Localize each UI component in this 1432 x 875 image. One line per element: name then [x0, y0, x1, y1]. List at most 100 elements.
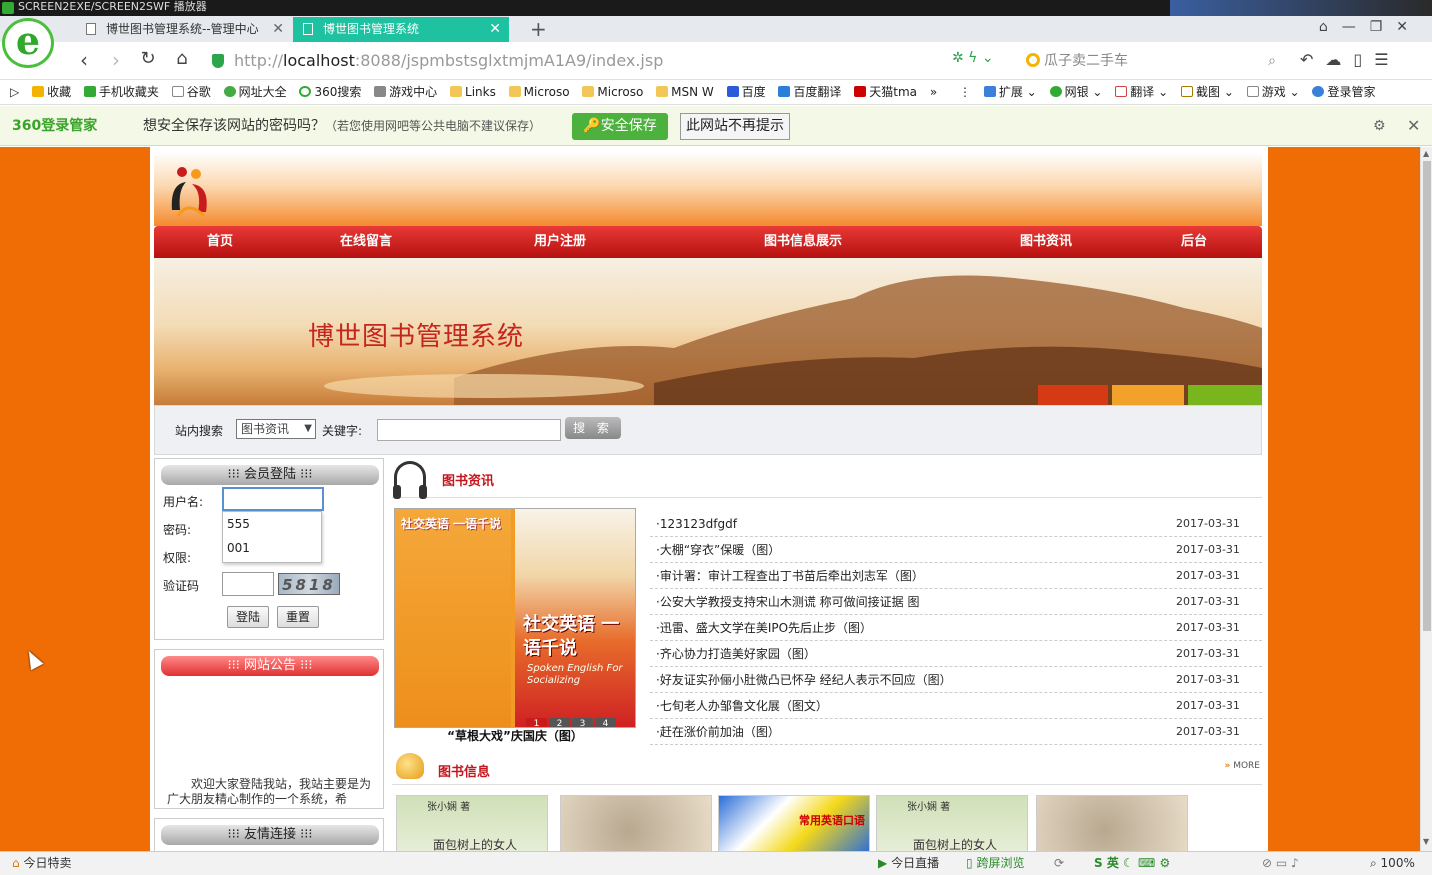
reset-button[interactable]: 重置 — [277, 606, 319, 628]
bookmark-hao[interactable]: 网址大全 — [223, 80, 287, 104]
close-window-icon[interactable]: ✕ — [1396, 19, 1422, 35]
secure-save-button[interactable]: 🔑安全保存 — [572, 113, 668, 140]
ime-indicator[interactable]: S 英 ☾ ⌨ ⚙ — [1094, 852, 1170, 874]
news-item[interactable]: ·赶在涨价前加油（图） 2017-03-31 — [650, 719, 1262, 745]
news-title[interactable]: ·审计署：审计工程查出丁书苗后牵出刘志军（图） — [656, 563, 924, 589]
captcha-input[interactable] — [222, 572, 274, 596]
games-button[interactable]: 游戏 ⌄ — [1246, 80, 1300, 104]
extensions-button[interactable]: 扩展 ⌄ — [983, 80, 1037, 104]
news-item[interactable]: ·大棚“穿衣”保暖（图） 2017-03-31 — [650, 537, 1262, 563]
news-title[interactable]: ·迅雷、盛大文学在美IPO先后止步（图） — [656, 615, 872, 641]
menu-icon[interactable]: ☰ — [1374, 50, 1400, 69]
nav-home[interactable]: 首页 — [207, 226, 233, 258]
address-input[interactable]: http://localhost:8088/jspmbstsglxtmjmA1A… — [212, 47, 1012, 75]
bookmark-games[interactable]: 游戏中心 — [374, 80, 437, 104]
live-button[interactable]: ▶ 今日直播 — [878, 852, 939, 874]
menu-dots-icon[interactable]: ⋮ — [959, 80, 971, 104]
news-item[interactable]: ·七旬老人办邹鲁文化展（图文） 2017-03-31 — [650, 693, 1262, 719]
scroll-down-icon[interactable]: ▼ — [1423, 837, 1429, 846]
close-tab-icon[interactable]: ✕ — [272, 17, 284, 41]
news-title[interactable]: ·七旬老人办邹鲁文化展（图文） — [656, 693, 828, 719]
news-title[interactable]: ·赶在涨价前加油（图） — [656, 719, 780, 745]
book-thumbnail[interactable] — [1036, 795, 1188, 851]
news-title[interactable]: ·大棚“穿衣”保暖（图） — [656, 537, 780, 563]
close-icon[interactable]: ✕ — [1407, 106, 1420, 146]
bookmark-microsoft-2[interactable]: Microso — [582, 80, 643, 104]
username-input[interactable] — [222, 487, 324, 511]
news-item[interactable]: ·123123dfgdf 2017-03-31 — [650, 511, 1262, 537]
news-item[interactable]: ·公安大学教授支持宋山木测谎 称可做间接证据 图 2017-03-31 — [650, 589, 1262, 615]
news-item[interactable]: ·审计署：审计工程查出丁书苗后牵出刘志军（图） 2017-03-31 — [650, 563, 1262, 589]
bookmark-links[interactable]: Links — [450, 80, 496, 104]
tab-admin-center[interactable]: 博世图书管理系统--管理中心 ✕ — [76, 17, 292, 42]
book-thumbnail[interactable]: 张小娴 著 面包树上的女人 — [876, 795, 1028, 851]
home-icon[interactable]: ⌂ — [170, 48, 194, 69]
autocomplete-option[interactable]: 555 — [223, 512, 321, 536]
keyword-input[interactable] — [377, 419, 561, 441]
minimize-icon[interactable]: — — [1342, 19, 1370, 35]
news-title[interactable]: ·好友证实孙俪小肚微凸已怀孕 经纪人表示不回应（图） — [656, 667, 952, 693]
search-scope-select[interactable]: 图书资讯 ▼ — [236, 419, 316, 439]
close-tab-icon[interactable]: ✕ — [489, 17, 501, 41]
news-item[interactable]: ·迅雷、盛大文学在美IPO先后止步（图） 2017-03-31 — [650, 615, 1262, 641]
search-icon[interactable]: ⌕ — [1268, 47, 1276, 75]
cross-screen-button[interactable]: ▯ 跨屏浏览 — [966, 852, 1024, 874]
bookmark-baidu-translate[interactable]: 百度翻译 — [778, 80, 841, 104]
translate-button[interactable]: 翻译 ⌄ — [1115, 80, 1168, 104]
status-tools-icon[interactable]: ⟳ — [1054, 852, 1064, 874]
bookmark-msn[interactable]: MSN W — [656, 80, 714, 104]
sidebar-toggle-icon[interactable]: ▷ — [10, 80, 19, 104]
zoom-level[interactable]: ⌕ 100% — [1370, 852, 1415, 874]
new-tab-button[interactable]: + — [530, 17, 547, 41]
ebank-button[interactable]: 网银 ⌄ — [1049, 80, 1102, 104]
bookmark-microsoft-1[interactable]: Microso — [508, 80, 570, 104]
autocomplete-option[interactable]: 001 — [223, 536, 321, 560]
search-input[interactable]: 瓜子卖二手车 ⌕ — [1026, 47, 1286, 75]
toolbar-icons[interactable]: ↶☁▯☰ — [1300, 50, 1401, 69]
speed-icon[interactable]: ✲ ϟ ⌄ — [952, 50, 994, 66]
cloud-icon[interactable]: ☁ — [1325, 50, 1353, 69]
news-title[interactable]: ·齐心协力打造美好家园（图） — [656, 641, 816, 667]
news-item[interactable]: ·好友证实孙俪小肚微凸已怀孕 经纪人表示不回应（图） 2017-03-31 — [650, 667, 1262, 693]
nav-register[interactable]: 用户注册 — [534, 226, 586, 258]
browser-logo-icon[interactable]: e — [2, 18, 54, 68]
bookmark-google[interactable]: 谷歌 — [171, 80, 211, 104]
login-button[interactable]: 登陆 — [227, 606, 269, 628]
news-title[interactable]: ·123123dfgdf — [656, 511, 737, 537]
book-thumbnail[interactable] — [560, 795, 712, 851]
nav-book-news[interactable]: 图书资讯 — [1020, 226, 1072, 258]
login-manager-button[interactable]: 登录管家 — [1312, 80, 1375, 104]
book-thumbnail[interactable]: 常用英语口语 — [718, 795, 870, 851]
refresh-icon[interactable]: ↻ — [136, 48, 160, 69]
gear-icon[interactable]: ⚙ — [1373, 106, 1386, 146]
never-prompt-button[interactable]: 此网站不再提示 — [680, 113, 790, 140]
window-controls[interactable]: ⌂—❐✕ — [1319, 19, 1422, 35]
tab-library-system[interactable]: 博世图书管理系统 ✕ — [293, 17, 509, 42]
book-thumbnail[interactable]: 张小娴 著 面包树上的女人 — [396, 795, 548, 851]
featured-caption[interactable]: “草根大戏”庆国庆（图） — [394, 727, 636, 744]
pin-icon[interactable]: ⌂ — [1319, 19, 1342, 35]
nav-book-display[interactable]: 图书信息展示 — [764, 226, 842, 258]
news-item[interactable]: ·齐心协力打造美好家园（图） 2017-03-31 — [650, 641, 1262, 667]
status-extra-icons[interactable]: ⊘ ▭ ♪ — [1262, 852, 1299, 874]
back-icon[interactable]: ‹ — [72, 48, 96, 72]
news-title[interactable]: ·公安大学教授支持宋山木测谎 称可做间接证据 图 — [656, 589, 919, 615]
scrollbar-thumb[interactable] — [1423, 161, 1431, 631]
more-bookmarks-icon[interactable]: » — [930, 80, 937, 104]
nav-guestbook[interactable]: 在线留言 — [340, 226, 392, 258]
search-button[interactable]: 搜 索 — [565, 417, 621, 439]
captcha-image[interactable]: 5818 — [278, 573, 340, 595]
phone-icon[interactable]: ▯ — [1353, 50, 1374, 69]
daily-deals-link[interactable]: ⌂ 今日特卖 — [12, 852, 71, 874]
bookmark-favorites[interactable]: 收藏 — [32, 80, 71, 104]
bookmark-baidu[interactable]: 百度 — [726, 80, 766, 104]
bookmark-360search[interactable]: 360搜索 — [299, 80, 361, 104]
scroll-up-icon[interactable]: ▲ — [1423, 149, 1429, 158]
screenshot-button[interactable]: 截图 ⌄ — [1181, 80, 1234, 104]
undo-icon[interactable]: ↶ — [1300, 50, 1325, 69]
bookmark-mobile[interactable]: 手机收藏夹 — [83, 80, 159, 104]
page-scrollbar[interactable]: ▲ ▼ — [1420, 147, 1432, 851]
forward-icon[interactable]: › — [104, 48, 128, 72]
featured-slideshow[interactable]: 社交英语 一语千说 社交英语 一语千说 Spoken English For S… — [394, 508, 636, 728]
nav-admin[interactable]: 后台 — [1181, 226, 1207, 258]
